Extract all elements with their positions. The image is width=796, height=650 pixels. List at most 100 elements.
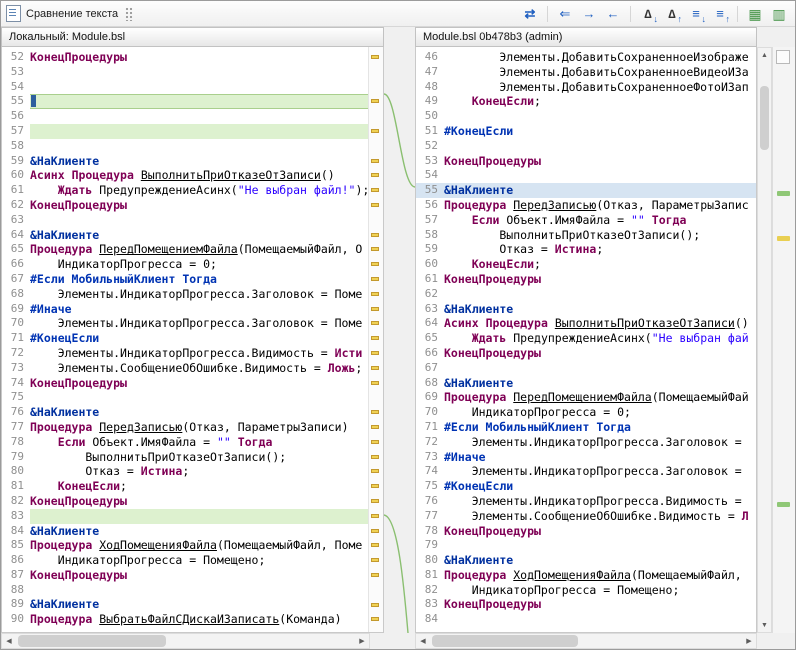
- scroll-left-icon[interactable]: [416, 634, 430, 648]
- scroll-right-icon[interactable]: [355, 634, 369, 648]
- code-line[interactable]: 59&НаКлиенте: [2, 154, 368, 169]
- change-marker[interactable]: [371, 558, 379, 562]
- right-hscroll-track[interactable]: [430, 634, 742, 648]
- right-code-area[interactable]: 46 Элементы.ДобавитьСохраненноеИзображе 4…: [416, 47, 756, 632]
- code-line[interactable]: 54: [416, 168, 756, 183]
- code-line[interactable]: 57: [2, 124, 368, 139]
- change-marker[interactable]: [371, 514, 379, 518]
- code-line[interactable]: 54: [2, 80, 368, 95]
- code-line[interactable]: 72 Элементы.ИндикаторПрогресса.Видимость…: [2, 346, 368, 361]
- change-marker[interactable]: [371, 159, 379, 163]
- change-marker[interactable]: [371, 203, 379, 207]
- code-line[interactable]: 74КонецПроцедуры: [2, 376, 368, 391]
- code-line[interactable]: 71#Если МобильныйКлиент Тогда: [416, 420, 756, 435]
- code-line[interactable]: 52КонецПроцедуры: [2, 50, 368, 65]
- code-line[interactable]: 58: [2, 139, 368, 154]
- code-line[interactable]: 84: [416, 612, 756, 627]
- code-line[interactable]: 73#Иначе: [416, 450, 756, 465]
- code-line[interactable]: 56: [2, 109, 368, 124]
- next-change-icon[interactable]: ≡↓: [685, 4, 707, 24]
- code-line[interactable]: 80 Отказ = Истина;: [2, 464, 368, 479]
- code-line[interactable]: 61КонецПроцедуры: [416, 272, 756, 287]
- change-marker[interactable]: [371, 99, 379, 103]
- overview-header-button[interactable]: [776, 50, 790, 64]
- change-marker[interactable]: [371, 173, 379, 177]
- change-marker[interactable]: [371, 603, 379, 607]
- code-line[interactable]: 70 ИндикаторПрогресса = 0;: [416, 405, 756, 420]
- change-marker[interactable]: [371, 55, 379, 59]
- code-line[interactable]: 78КонецПроцедуры: [416, 524, 756, 539]
- code-line[interactable]: 68 Элементы.ИндикаторПрогресса.Заголовок…: [2, 287, 368, 302]
- left-hscroll-track[interactable]: [16, 634, 355, 648]
- code-line[interactable]: 65 Ждать ПредупреждениеАсинх("Не выбран …: [416, 331, 756, 346]
- toolbar-grip[interactable]: [125, 7, 133, 21]
- code-line[interactable]: 65Процедура ПередПомещениемФайла(Помещае…: [2, 242, 368, 257]
- left-hscroll-thumb[interactable]: [18, 635, 166, 647]
- code-line[interactable]: 81Процедура ХодПомещенияФайла(Помещаемый…: [416, 568, 756, 583]
- code-line[interactable]: 73 Элементы.СообщениеОбОшибке.Видимость …: [2, 361, 368, 376]
- left-code-area[interactable]: 52КонецПроцедуры53545556575859&НаКлиенте…: [2, 47, 368, 632]
- code-line[interactable]: 77 Элементы.СообщениеОбОшибке.Видимость …: [416, 509, 756, 524]
- code-line[interactable]: 52: [416, 139, 756, 154]
- change-marker[interactable]: [371, 440, 379, 444]
- code-line[interactable]: 48 Элементы.ДобавитьСохраненноеФотоИЗап: [416, 80, 756, 95]
- code-line[interactable]: 80&НаКлиенте: [416, 553, 756, 568]
- code-line[interactable]: 60Асинх Процедура ВыполнитьПриОтказеОтЗа…: [2, 168, 368, 183]
- code-line[interactable]: 67: [416, 361, 756, 376]
- change-marker[interactable]: [371, 410, 379, 414]
- change-marker[interactable]: [371, 469, 379, 473]
- previous-change-icon[interactable]: ≡↑: [709, 4, 731, 24]
- code-line[interactable]: 79 ВыполнитьПриОтказеОтЗаписи();: [2, 450, 368, 465]
- code-line[interactable]: 75: [2, 390, 368, 405]
- code-line[interactable]: 81 КонецЕсли;: [2, 479, 368, 494]
- vertical-scroll-thumb[interactable]: [760, 86, 769, 150]
- change-marker[interactable]: [371, 425, 379, 429]
- left-horizontal-scrollbar[interactable]: [1, 633, 370, 649]
- code-line[interactable]: 79: [416, 538, 756, 553]
- code-line[interactable]: 60 КонецЕсли;: [416, 257, 756, 272]
- code-line[interactable]: 55: [2, 94, 368, 109]
- code-line[interactable]: 57 Если Объект.ИмяФайла = "" Тогда: [416, 213, 756, 228]
- right-editor-pane[interactable]: 46 Элементы.ДобавитьСохраненноеИзображе 4…: [415, 47, 757, 633]
- code-line[interactable]: 77Процедура ПередЗаписью(Отказ, Параметр…: [2, 420, 368, 435]
- change-marker[interactable]: [371, 617, 379, 621]
- code-line[interactable]: 67#Если МобильныйКлиент Тогда: [2, 272, 368, 287]
- change-marker[interactable]: [371, 262, 379, 266]
- scroll-up-icon[interactable]: [758, 48, 771, 62]
- code-line[interactable]: 62КонецПроцедуры: [2, 198, 368, 213]
- code-line[interactable]: 49 КонецЕсли;: [416, 94, 756, 109]
- code-line[interactable]: 69#Иначе: [2, 302, 368, 317]
- previous-difference-icon[interactable]: ∆↑: [661, 4, 683, 24]
- scroll-down-icon[interactable]: [758, 618, 771, 632]
- code-line[interactable]: 51#КонецЕсли: [416, 124, 756, 139]
- code-line[interactable]: 83КонецПроцедуры: [416, 597, 756, 612]
- code-line[interactable]: 64Асинх Процедура ВыполнитьПриОтказеОтЗа…: [416, 316, 756, 331]
- change-marker[interactable]: [371, 188, 379, 192]
- code-line[interactable]: 89&НаКлиенте: [2, 597, 368, 612]
- overview-diff-mark[interactable]: [777, 191, 790, 196]
- code-line[interactable]: 78 Если Объект.ИмяФайла = "" Тогда: [2, 435, 368, 450]
- code-line[interactable]: 53КонецПроцедуры: [416, 154, 756, 169]
- code-line[interactable]: 58 ВыполнитьПриОтказеОтЗаписи();: [416, 228, 756, 243]
- right-horizontal-scrollbar[interactable]: [415, 633, 757, 649]
- code-line[interactable]: 87КонецПроцедуры: [2, 568, 368, 583]
- copy-all-to-left-icon[interactable]: ⇐: [554, 4, 576, 24]
- code-line[interactable]: 46 Элементы.ДобавитьСохраненноеИзображе: [416, 50, 756, 65]
- code-line[interactable]: 66КонецПроцедуры: [416, 346, 756, 361]
- inline-view-icon[interactable]: ▥: [768, 4, 790, 24]
- change-marker[interactable]: [371, 573, 379, 577]
- change-marker[interactable]: [371, 529, 379, 533]
- two-pane-view-icon[interactable]: ▦: [744, 4, 766, 24]
- left-change-ruler[interactable]: [368, 47, 383, 632]
- code-line[interactable]: 70 Элементы.ИндикаторПрогресса.Заголовок…: [2, 316, 368, 331]
- next-difference-icon[interactable]: ∆↓: [637, 4, 659, 24]
- code-line[interactable]: 86 ИндикаторПрогресса = Помещено;: [2, 553, 368, 568]
- change-marker[interactable]: [371, 381, 379, 385]
- code-line[interactable]: 71#КонецЕсли: [2, 331, 368, 346]
- scroll-left-icon[interactable]: [2, 634, 16, 648]
- swap-direction-icon[interactable]: ⇄: [519, 4, 541, 24]
- code-line[interactable]: 75#КонецЕсли: [416, 479, 756, 494]
- change-marker[interactable]: [371, 129, 379, 133]
- scroll-right-icon[interactable]: [742, 634, 756, 648]
- code-line[interactable]: 85Процедура ХодПомещенияФайла(Помещаемый…: [2, 538, 368, 553]
